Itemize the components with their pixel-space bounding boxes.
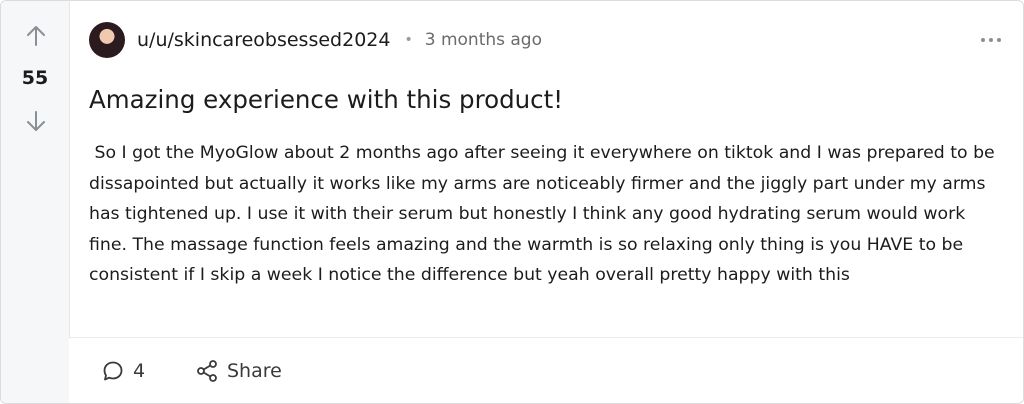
post-actions-bar: 4 Share — [69, 337, 1023, 403]
vote-column: 55 — [1, 1, 70, 403]
comment-bubble-icon — [103, 361, 123, 381]
arrow-down-icon — [27, 111, 45, 131]
vote-count: 55 — [21, 67, 49, 89]
post-meta: u/u/skincareobsessed2024 • 3 months ago — [89, 21, 1003, 59]
share-icon — [197, 360, 217, 382]
avatar[interactable] — [89, 22, 125, 58]
arrow-up-icon — [27, 26, 45, 46]
comment-count: 4 — [133, 360, 146, 382]
author-name[interactable]: u/u/skincareobsessed2024 — [137, 29, 390, 51]
upvote-button[interactable] — [23, 23, 49, 49]
meta-separator: • — [404, 32, 413, 48]
downvote-button[interactable] — [23, 108, 49, 134]
comments-button[interactable]: 4 — [101, 356, 145, 386]
share-button[interactable]: Share — [195, 356, 282, 386]
more-horizontal-icon — [981, 38, 1001, 42]
post-card: 55 u/u/skincareobsessed2024 • 3 months a… — [0, 0, 1024, 404]
post-title[interactable]: Amazing experience with this product! — [89, 85, 1003, 114]
post-timestamp: 3 months ago — [424, 30, 542, 50]
share-label: Share — [227, 360, 282, 382]
more-options-button[interactable] — [979, 29, 1003, 51]
post-body: So I got the MyoGlow about 2 months ago … — [89, 143, 1001, 285]
